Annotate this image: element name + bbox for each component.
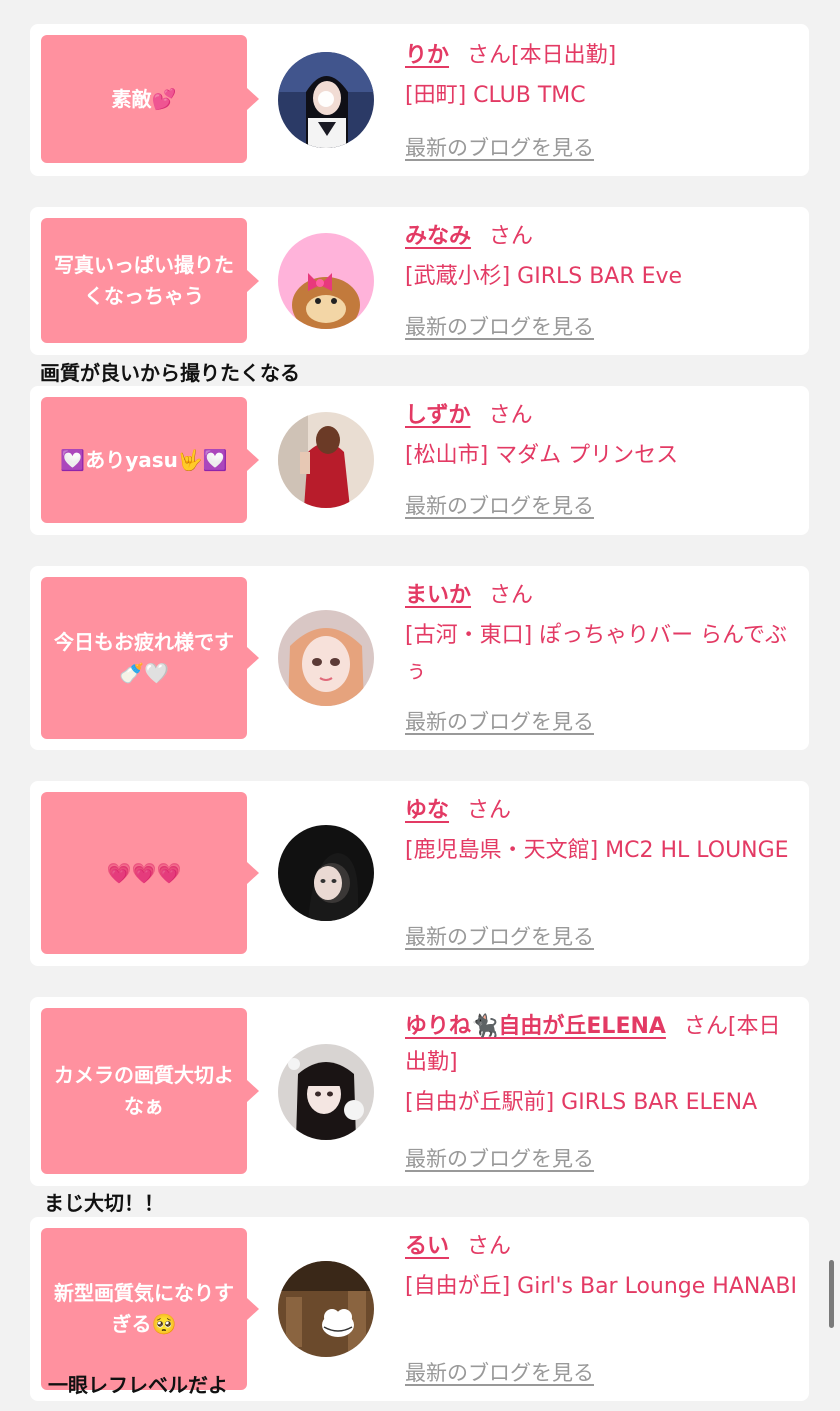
latest-blog-link[interactable]: 最新のブログを見る [405, 706, 594, 736]
cast-name-link[interactable]: るい [405, 1234, 449, 1259]
shop-name: [松山市] マダム プリンセス [405, 443, 679, 468]
cast-card: 素敵💕 りか さん[本日出勤] [田町] CLUB TMC 最新のブログを見る [30, 24, 809, 176]
overlay-caption: 画質が良いから撮りたくなる [40, 361, 300, 385]
avatar[interactable] [278, 1044, 374, 1140]
cast-suffix: さん [489, 224, 534, 249]
cast-card: 💟ありyasu🤟💟 しずか さん [松山市] マダム プリンセス 最新のブログを見… [30, 386, 809, 535]
message-text: カメラの画質大切よなぁ [54, 1063, 234, 1118]
cast-suffix: さん [467, 798, 512, 823]
latest-blog-link[interactable]: 最新のブログを見る [405, 921, 594, 951]
message-text: 💟ありyasu🤟💟 [60, 447, 228, 472]
shop-name: [自由が丘駅前] GIRLS BAR ELENA [405, 1090, 758, 1115]
shop-name: [鹿児島県・天文館] MC2 HL LOUNGE [405, 838, 789, 863]
scrollbar-thumb[interactable] [829, 1260, 834, 1328]
cast-info: ゆな さん [鹿児島県・天文館] MC2 HL LOUNGE [405, 793, 797, 869]
cast-suffix: さん [488, 403, 533, 428]
message-text: 今日もお疲れ様です🍼🤍 [54, 630, 234, 685]
message-text: 新型画質気になりすぎる🥺 [54, 1281, 234, 1336]
latest-blog-link[interactable]: 最新のブログを見る [405, 132, 594, 162]
cast-name-link[interactable]: ゆりね🐈‍⬛自由が丘ELENA [405, 1014, 666, 1039]
cast-info: みなみ さん [武蔵小杉] GIRLS BAR Eve [405, 219, 797, 295]
cast-card: 今日もお疲れ様です🍼🤍 まいか さん [古河・東口] ぽっちゃりバー らんでぶぅ … [30, 566, 809, 750]
shop-name: [古河・東口] ぽっちゃりバー らんでぶぅ [405, 623, 788, 684]
page: 素敵💕 りか さん[本日出勤] [田町] CLUB TMC 最新のブログを見る 写… [0, 0, 840, 1411]
cast-suffix: さん [467, 1234, 512, 1259]
message-text: 💗💗💗 [106, 860, 182, 885]
message-text: 素敵💕 [111, 86, 177, 111]
avatar[interactable] [278, 52, 374, 148]
cast-info: りか さん[本日出勤] [田町] CLUB TMC [405, 38, 797, 114]
cast-name-link[interactable]: まいか [405, 583, 471, 608]
overlay-caption: まじ大切！！ [44, 1191, 164, 1215]
cast-name-link[interactable]: しずか [405, 403, 471, 428]
shop-name: [武蔵小杉] GIRLS BAR Eve [405, 264, 683, 289]
cast-card: 写真いっぱい撮りたくなっちゃう みなみ さん [武蔵小杉] GIRLS BAR E… [30, 207, 809, 355]
shop-name: [自由が丘] Girl's Bar Lounge HANABI [405, 1274, 797, 1299]
avatar[interactable] [278, 610, 374, 706]
message-bubble: 新型画質気になりすぎる🥺 [41, 1228, 259, 1390]
cast-info: るい さん [自由が丘] Girl's Bar Lounge HANABI [405, 1229, 797, 1305]
avatar[interactable] [278, 412, 374, 508]
latest-blog-link[interactable]: 最新のブログを見る [405, 1143, 594, 1173]
cast-name-link[interactable]: ゆな [405, 798, 449, 823]
message-text: 写真いっぱい撮りたくなっちゃう [54, 252, 234, 308]
cast-suffix: さん[本日出勤] [467, 43, 617, 68]
cast-info: ゆりね🐈‍⬛自由が丘ELENA さん[本日出勤] [自由が丘駅前] GIRLS B… [405, 1009, 797, 1121]
latest-blog-link[interactable]: 最新のブログを見る [405, 311, 594, 341]
latest-blog-link[interactable]: 最新のブログを見る [405, 1357, 594, 1387]
cast-name-link[interactable]: みなみ [405, 224, 471, 249]
message-bubble: 💟ありyasu🤟💟 [41, 397, 259, 523]
cast-info: まいか さん [古河・東口] ぽっちゃりバー らんでぶぅ [405, 578, 797, 690]
message-bubble: 💗💗💗 [41, 792, 259, 954]
avatar[interactable] [278, 825, 374, 921]
avatar[interactable] [278, 233, 374, 329]
cast-suffix: さん [489, 583, 534, 608]
cast-card: カメラの画質大切よなぁ ゆりね🐈‍⬛自由が丘ELENA さん[本日出勤] [自由が… [30, 997, 809, 1186]
overlay-caption: 一眼レフレベルだよ [48, 1373, 228, 1397]
latest-blog-link[interactable]: 最新のブログを見る [405, 490, 594, 520]
message-bubble: 写真いっぱい撮りたくなっちゃう [41, 218, 259, 343]
avatar[interactable] [278, 1261, 374, 1357]
cast-info: しずか さん [松山市] マダム プリンセス [405, 398, 797, 474]
message-bubble: 素敵💕 [41, 35, 259, 163]
cast-card: 💗💗💗 ゆな さん [鹿児島県・天文館] MC2 HL LOUNGE 最新のブログ… [30, 781, 809, 966]
message-bubble: 今日もお疲れ様です🍼🤍 [41, 577, 259, 739]
cast-name-link[interactable]: りか [405, 43, 449, 68]
shop-name: [田町] CLUB TMC [405, 83, 586, 108]
message-bubble: カメラの画質大切よなぁ [41, 1008, 259, 1174]
